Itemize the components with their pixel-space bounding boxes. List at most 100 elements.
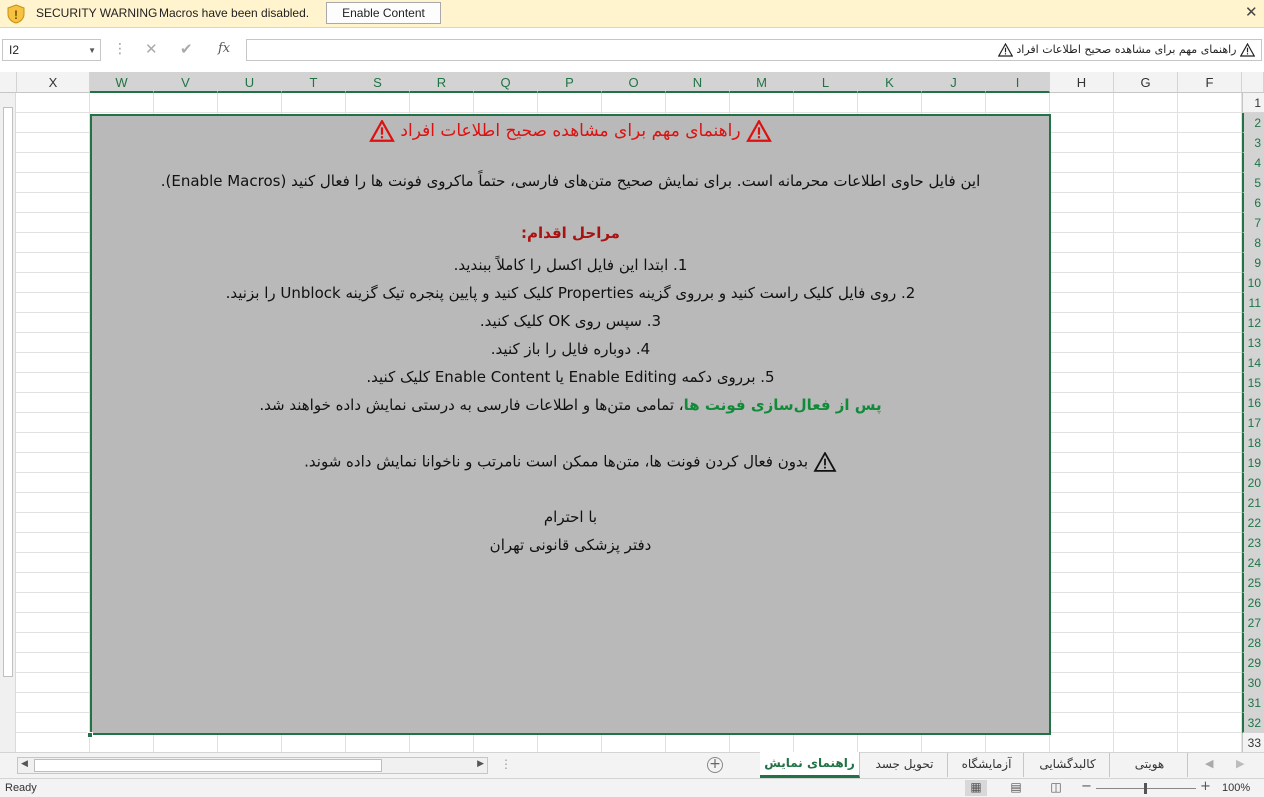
zoom-out-icon[interactable]: − [1081, 779, 1092, 794]
scroll-left-icon[interactable]: ◀ [21, 759, 28, 769]
row-header-14[interactable]: 14 [1242, 353, 1264, 373]
cancel-icon[interactable]: ✕ [145, 40, 158, 58]
row-header-24[interactable]: 24 [1242, 553, 1264, 573]
step-2: 2. روی فایل کلیک راست کنید و برروی گزینه… [225, 284, 916, 302]
column-header-T[interactable]: T [282, 72, 346, 93]
select-all-corner[interactable] [1242, 72, 1264, 93]
row-header-4[interactable]: 4 [1242, 153, 1264, 173]
row-header-3[interactable]: 3 [1242, 133, 1264, 153]
formula-input[interactable]: راهنمای مهم برای مشاهده صحیح اطلاعات افر… [246, 39, 1262, 61]
enter-icon[interactable]: ✔ [180, 40, 193, 58]
formula-bar: I2 ▼ ⋮ ✕ ✔ fx راهنمای مهم برای مشاهده صح… [0, 37, 1264, 63]
row-header-12[interactable]: 12 [1242, 313, 1264, 333]
zoom-in-icon[interactable]: + [1200, 779, 1211, 794]
row-header-16[interactable]: 16 [1242, 393, 1264, 413]
row-header-9[interactable]: 9 [1242, 253, 1264, 273]
column-header-X[interactable]: X [17, 72, 90, 93]
column-header-U[interactable]: U [218, 72, 282, 93]
column-header-Q[interactable]: Q [474, 72, 538, 93]
zoom-slider-knob[interactable] [1144, 783, 1147, 794]
sheet-tab[interactable]: تحویل جسد [862, 753, 948, 777]
column-header-N[interactable]: N [666, 72, 730, 93]
formula-text: راهنمای مهم برای مشاهده صحیح اطلاعات افر… [1016, 43, 1237, 56]
column-header-O[interactable]: O [602, 72, 666, 93]
name-box-value: I2 [9, 43, 20, 57]
row-header-11[interactable]: 11 [1242, 293, 1264, 313]
zoom-level[interactable]: 100% [1222, 782, 1250, 794]
column-header-R[interactable]: R [410, 72, 474, 93]
warning-icon [997, 43, 1013, 57]
row-header-1[interactable]: 1 [1242, 93, 1264, 113]
warning-text: بدون فعال کردن فونت ها، متن‌ها ممکن است … [304, 452, 809, 471]
column-header-F[interactable]: F [1178, 72, 1242, 93]
normal-view-icon[interactable]: ▦ [965, 780, 987, 796]
step-1: 1. ابتدا این فایل اکسل را کاملاً ببندید. [453, 256, 688, 274]
chevron-down-icon[interactable]: ▼ [88, 46, 96, 55]
row-header-10[interactable]: 10 [1242, 273, 1264, 293]
column-header-P[interactable]: P [538, 72, 602, 93]
row-header-31[interactable]: 31 [1242, 693, 1264, 713]
row-header-19[interactable]: 19 [1242, 453, 1264, 473]
sheet-tab[interactable]: راهنمای نمایش [760, 752, 860, 778]
resize-handle-icon[interactable]: ⋮ [113, 41, 127, 57]
sheet-tab[interactable]: آزمایشگاه [950, 753, 1024, 777]
column-header-J[interactable]: J [922, 72, 986, 93]
status-bar: Ready ▦ ▤ ◫ − + 100% [0, 778, 1264, 797]
row-header-23[interactable]: 23 [1242, 533, 1264, 553]
row-header-15[interactable]: 15 [1242, 373, 1264, 393]
notice-title: راهنمای مهم برای مشاهده صحیح اطلاعات افر… [92, 120, 1049, 142]
merged-cell-notice[interactable]: راهنمای مهم برای مشاهده صحیح اطلاعات افر… [90, 114, 1051, 735]
next-sheet-icon[interactable]: ▶ [1236, 757, 1244, 770]
worksheet-grid[interactable]: XWVUTSRQPONMLKJIHGF 1 2 3 4 5 6 7 8 9 10 11 12 13 14 1… [0, 72, 1264, 752]
row-header-33[interactable]: 33 [1242, 733, 1264, 752]
horizontal-scrollbar[interactable]: ◀ ▶ [17, 757, 488, 774]
row-header-6[interactable]: 6 [1242, 193, 1264, 213]
row-header-21[interactable]: 21 [1242, 493, 1264, 513]
sheet-tab[interactable]: هویتی [1112, 753, 1188, 777]
row-header-32[interactable]: 32 [1242, 713, 1264, 733]
column-header-L[interactable]: L [794, 72, 858, 93]
after-activation-line: پس از فعال‌سازی فونت ها، تمامی متن‌ها و … [92, 396, 1049, 414]
row-header-25[interactable]: 25 [1242, 573, 1264, 593]
sheet-tab[interactable]: کالبدگشایی [1026, 753, 1110, 777]
column-header-H[interactable]: H [1050, 72, 1114, 93]
row-header-29[interactable]: 29 [1242, 653, 1264, 673]
zoom-slider[interactable] [1096, 783, 1196, 794]
previous-sheet-icon[interactable]: ◀ [1205, 757, 1213, 770]
close-icon[interactable]: ✕ [1245, 3, 1258, 21]
row-header-13[interactable]: 13 [1242, 333, 1264, 353]
column-header-S[interactable]: S [346, 72, 410, 93]
column-header-V[interactable]: V [154, 72, 218, 93]
insert-function-icon[interactable]: fx [218, 41, 230, 56]
scrollbar-thumb[interactable] [34, 759, 382, 772]
name-box[interactable]: I2 ▼ [2, 39, 101, 61]
row-header-26[interactable]: 26 [1242, 593, 1264, 613]
add-sheet-icon[interactable]: + [707, 757, 723, 773]
scroll-right-icon[interactable]: ▶ [477, 759, 484, 769]
vertical-scrollbar[interactable] [0, 93, 16, 752]
resize-handle-icon[interactable]: ⋮ [500, 757, 512, 771]
row-header-27[interactable]: 27 [1242, 613, 1264, 633]
row-header-30[interactable]: 30 [1242, 673, 1264, 693]
row-header-7[interactable]: 7 [1242, 213, 1264, 233]
row-header-2[interactable]: 2 [1242, 113, 1264, 133]
row-header-20[interactable]: 20 [1242, 473, 1264, 493]
column-header-K[interactable]: K [858, 72, 922, 93]
fill-handle[interactable] [87, 732, 93, 738]
column-header-W[interactable]: W [90, 72, 154, 93]
row-header-17[interactable]: 17 [1242, 413, 1264, 433]
row-header-8[interactable]: 8 [1242, 233, 1264, 253]
step-5: 5. برروی دکمه Enable Editing یا Enable C… [366, 368, 775, 386]
row-header-22[interactable]: 22 [1242, 513, 1264, 533]
row-header-28[interactable]: 28 [1242, 633, 1264, 653]
scrollbar-thumb[interactable] [3, 107, 13, 677]
column-header-G[interactable]: G [1114, 72, 1178, 93]
column-header-M[interactable]: M [730, 72, 794, 93]
page-layout-view-icon[interactable]: ▤ [1005, 780, 1027, 796]
page-break-view-icon[interactable]: ◫ [1045, 780, 1067, 796]
column-header-I[interactable]: I [986, 72, 1050, 93]
enable-content-button[interactable]: Enable Content [326, 2, 441, 24]
warning-icon [369, 120, 395, 142]
row-header-5[interactable]: 5 [1242, 173, 1264, 193]
row-header-18[interactable]: 18 [1242, 433, 1264, 453]
